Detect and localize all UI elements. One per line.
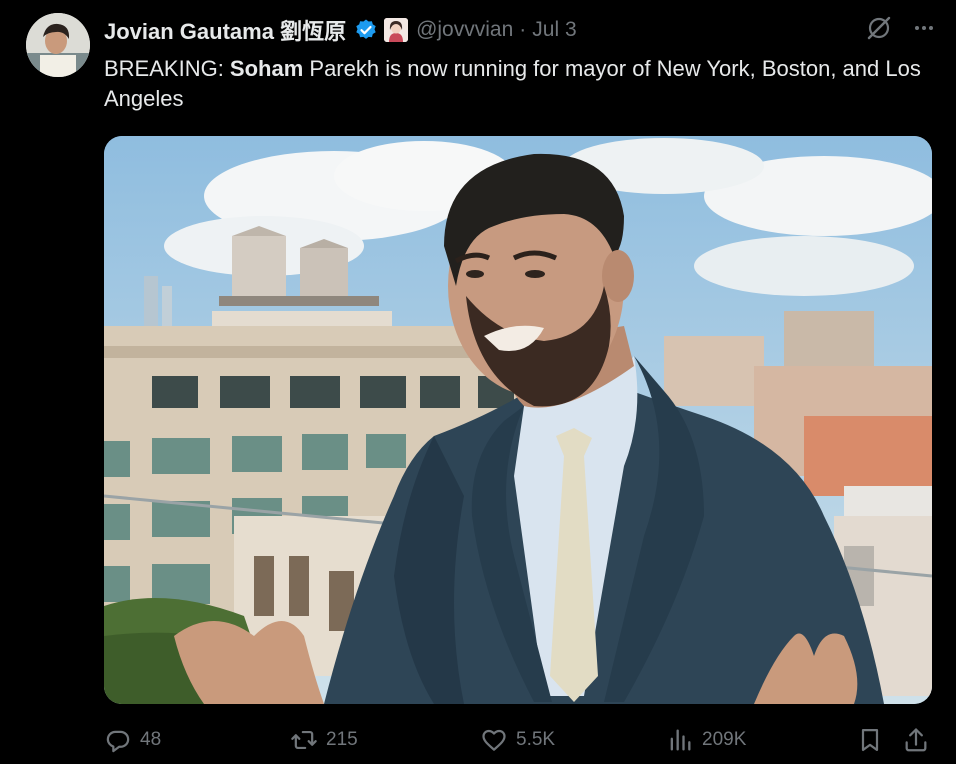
heart-icon [480,726,508,754]
grok-icon[interactable] [866,15,892,46]
like-button[interactable]: 5.5K [480,722,555,758]
verified-badge-icon [354,18,378,42]
tweet-media-photo[interactable] [104,136,932,704]
bookmark-icon [856,726,884,754]
views-button[interactable]: 209K [666,722,746,758]
repost-count: 215 [326,729,358,750]
tweet-header: Jovian Gautama 劉恆原 @jovvvian · Jul 3 [104,14,936,46]
author-avatar[interactable] [26,13,90,77]
author-handle[interactable]: @jovvvian [416,18,513,42]
avatar-image [26,13,90,77]
reply-icon [104,726,132,754]
more-icon[interactable] [912,16,936,45]
share-icon [902,726,930,754]
author-display-name[interactable]: Jovian Gautama 劉恆原 [104,14,346,46]
reply-count: 48 [140,729,162,750]
photo-man-in-suit-on-rooftop [104,136,932,704]
tweet-text-prefix: BREAKING: [104,56,230,81]
views-icon [666,726,694,754]
tweet-date[interactable]: Jul 3 [532,18,576,42]
affiliation-avatar[interactable] [384,18,409,42]
tweet-text: BREAKING: Soham Parekh is now running fo… [104,54,924,114]
share-button[interactable] [902,722,930,758]
tweet-text-bold: Soham [229,56,304,81]
header-actions [866,14,936,46]
repost-button[interactable]: 215 [290,722,358,758]
like-count: 5.5K [516,729,556,750]
header-separator: · [519,18,527,41]
tweet-action-bar: 48 215 5.5K 209K [104,722,932,758]
repost-icon [290,726,318,754]
bookmark-button[interactable] [856,722,884,758]
reply-button[interactable]: 48 [104,722,161,758]
views-count: 209K [702,729,747,750]
affiliation-image [384,18,409,42]
